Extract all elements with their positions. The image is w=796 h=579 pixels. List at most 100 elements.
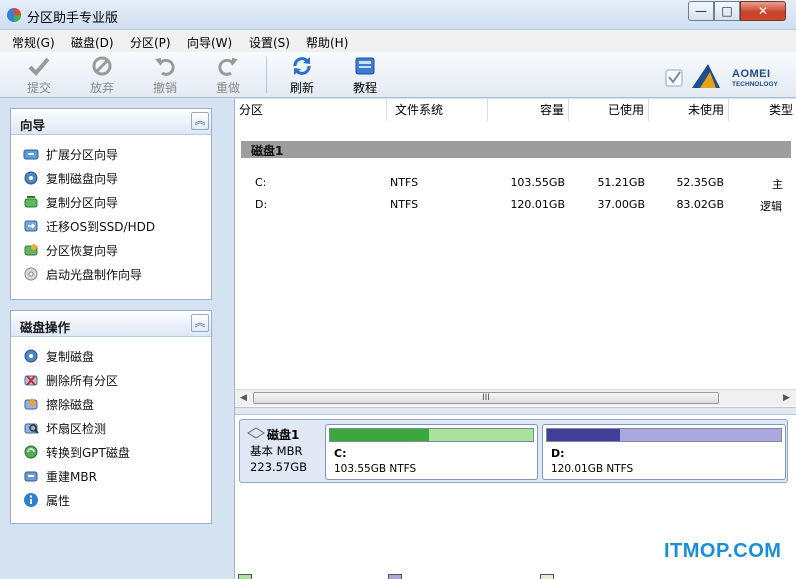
partition-c-letter: C: bbox=[334, 447, 347, 460]
disk-item-copy[interactable]: 复制磁盘 bbox=[23, 347, 94, 365]
scrollbar-thumb[interactable]: III bbox=[253, 392, 719, 404]
toolbar-separator bbox=[266, 57, 267, 93]
migrate-os-icon bbox=[24, 220, 38, 232]
checkmark-icon bbox=[28, 57, 50, 76]
horizontal-scrollbar[interactable]: ◀ III ▶ bbox=[235, 389, 796, 406]
partition-c-usage-bar bbox=[329, 428, 534, 442]
disk-item-bad-sector[interactable]: 坏扇区检测 bbox=[23, 419, 106, 437]
disk-drive-icon bbox=[247, 427, 265, 439]
delete-partitions-icon bbox=[24, 375, 38, 386]
redo-button[interactable]: 重做 bbox=[206, 55, 250, 95]
close-button[interactable]: ✕ bbox=[740, 1, 786, 21]
wizard-item-recovery[interactable]: 分区恢复向导 bbox=[23, 241, 118, 259]
menu-settings[interactable]: 设置(S) bbox=[249, 34, 290, 51]
legend-strip bbox=[236, 571, 796, 579]
col-type[interactable]: 类型 bbox=[729, 99, 796, 121]
redo-icon bbox=[218, 58, 238, 76]
refresh-icon bbox=[293, 57, 311, 75]
copy-disk-icon bbox=[24, 349, 38, 363]
rebuild-mbr-icon bbox=[24, 471, 38, 482]
disk-item-convert-gpt[interactable]: 转换到GPT磁盘 bbox=[23, 443, 130, 461]
disk-name: 磁盘1 bbox=[267, 428, 300, 442]
logo-name: AOMEI bbox=[732, 68, 771, 80]
collapse-chevron-icon[interactable]: ︽ bbox=[191, 314, 209, 332]
pane-splitter[interactable] bbox=[235, 407, 796, 415]
discard-button[interactable]: 放弃 bbox=[80, 55, 124, 95]
info-icon bbox=[24, 493, 38, 507]
col-free[interactable]: 未使用 bbox=[649, 99, 729, 121]
disk-type: 基本 MBR bbox=[250, 444, 303, 458]
tutorial-book-icon bbox=[355, 57, 375, 75]
minimize-button[interactable]: — bbox=[688, 1, 714, 21]
disk-operations-panel: 磁盘操作 ︽ 复制磁盘 删除所有分区 擦除磁盘 坏扇区检测 转换到GPT磁盘 重… bbox=[10, 310, 212, 524]
table-row[interactable]: D: NTFS 120.01GB 37.00GB 83.02GB 逻辑 bbox=[235, 195, 796, 215]
disk-info: 磁盘1 基本 MBR 223.57GB bbox=[243, 423, 323, 479]
undo-button[interactable]: 撤销 bbox=[143, 55, 187, 95]
col-capacity[interactable]: 容量 bbox=[488, 99, 569, 121]
scroll-grip-icon: III bbox=[482, 393, 490, 403]
col-partition[interactable]: 分区 bbox=[235, 99, 387, 121]
wizard-panel-title: 向导 bbox=[20, 118, 46, 133]
wizard-item-copy-disk[interactable]: 复制磁盘向导 bbox=[23, 169, 118, 187]
legend-unallocated-swatch bbox=[540, 574, 554, 579]
disk-item-rebuild-mbr[interactable]: 重建MBR bbox=[23, 467, 97, 485]
legend-logical-swatch bbox=[388, 574, 402, 579]
bad-sector-check-icon bbox=[24, 423, 39, 434]
wizard-panel-header: 向导 ︽ bbox=[11, 109, 211, 135]
menu-partition[interactable]: 分区(P) bbox=[130, 34, 171, 51]
submit-button[interactable]: 提交 bbox=[17, 55, 61, 95]
partition-d-usage-bar bbox=[546, 428, 782, 442]
wipe-disk-icon bbox=[24, 398, 38, 410]
scroll-left-arrow-icon[interactable]: ◀ bbox=[236, 391, 251, 406]
disk-panel-title: 磁盘操作 bbox=[20, 320, 71, 335]
menu-disk[interactable]: 磁盘(D) bbox=[71, 34, 114, 51]
app-icon bbox=[7, 8, 21, 22]
copy-partition-icon bbox=[24, 196, 38, 208]
legend-primary-swatch bbox=[238, 574, 252, 579]
wizard-item-migrate-os[interactable]: 迁移OS到SSD/HDD bbox=[23, 217, 155, 235]
menu-bar: 常规(G) 磁盘(D) 分区(P) 向导(W) 设置(S) 帮助(H) bbox=[0, 30, 796, 52]
partition-c-block[interactable]: C: 103.55GB NTFS bbox=[325, 424, 538, 480]
scroll-right-arrow-icon[interactable]: ▶ bbox=[779, 391, 794, 406]
col-filesystem[interactable]: 文件系统 bbox=[387, 99, 488, 121]
disk-group-header[interactable]: 磁盘1 bbox=[241, 141, 791, 158]
partition-c-used-fill bbox=[330, 429, 430, 441]
wizard-item-boot-cd[interactable]: 启动光盘制作向导 bbox=[23, 265, 142, 283]
refresh-button[interactable]: 刷新 bbox=[280, 55, 324, 95]
partition-d-desc: 120.01GB NTFS bbox=[551, 463, 634, 475]
partition-recovery-icon bbox=[24, 244, 38, 256]
maximize-button[interactable]: □ bbox=[714, 1, 740, 21]
aomei-logo-icon bbox=[665, 64, 720, 88]
left-pane: 向导 ︽ 扩展分区向导 复制磁盘向导 复制分区向导 迁移OS到SSD/HDD 分… bbox=[0, 99, 232, 579]
menu-help[interactable]: 帮助(H) bbox=[306, 34, 348, 51]
title-bar: 分区助手专业版 — □ ✕ bbox=[0, 0, 796, 30]
boot-disc-icon bbox=[24, 267, 38, 281]
disk-map-card[interactable]: 磁盘1 基本 MBR 223.57GB C: 103.55GB NTFS D: … bbox=[239, 419, 788, 483]
column-header-row: 分区 文件系统 容量 已使用 未使用 类型 bbox=[235, 99, 796, 121]
disk-group-label: 磁盘1 bbox=[251, 144, 284, 158]
extend-partition-icon bbox=[23, 149, 39, 160]
discard-icon bbox=[92, 56, 112, 76]
logo-sub: TECHNOLOGY bbox=[732, 81, 778, 88]
table-row[interactable]: C: NTFS 103.55GB 51.21GB 52.35GB 主 bbox=[235, 173, 796, 193]
disk-item-wipe[interactable]: 擦除磁盘 bbox=[23, 395, 94, 413]
partition-d-used-fill bbox=[547, 429, 620, 441]
wizard-item-extend[interactable]: 扩展分区向导 bbox=[23, 145, 118, 163]
wizard-item-copy-partition[interactable]: 复制分区向导 bbox=[23, 193, 118, 211]
main-pane: 分区 文件系统 容量 已使用 未使用 类型 磁盘1 C: NTFS 103.55… bbox=[234, 99, 796, 579]
partition-d-block[interactable]: D: 120.01GB NTFS bbox=[542, 424, 786, 480]
toolbar: 提交 放弃 撤销 重做 刷新 教程 AOMEI TECHNOLOGY bbox=[0, 52, 796, 98]
menu-general[interactable]: 常规(G) bbox=[12, 34, 55, 51]
tutorial-button[interactable]: 教程 bbox=[343, 55, 387, 95]
watermark: ITMOP.COM bbox=[664, 540, 782, 562]
menu-wizard[interactable]: 向导(W) bbox=[187, 34, 232, 51]
disk-item-properties[interactable]: 属性 bbox=[23, 491, 70, 509]
copy-disk-icon bbox=[24, 171, 38, 185]
disk-item-delete-all[interactable]: 删除所有分区 bbox=[23, 371, 118, 389]
undo-icon bbox=[155, 58, 175, 76]
col-used[interactable]: 已使用 bbox=[569, 99, 649, 121]
aomei-logo: AOMEI TECHNOLOGY bbox=[664, 60, 784, 92]
window-title: 分区助手专业版 bbox=[27, 11, 119, 26]
collapse-chevron-icon[interactable]: ︽ bbox=[191, 112, 209, 130]
partition-c-desc: 103.55GB NTFS bbox=[334, 463, 417, 475]
